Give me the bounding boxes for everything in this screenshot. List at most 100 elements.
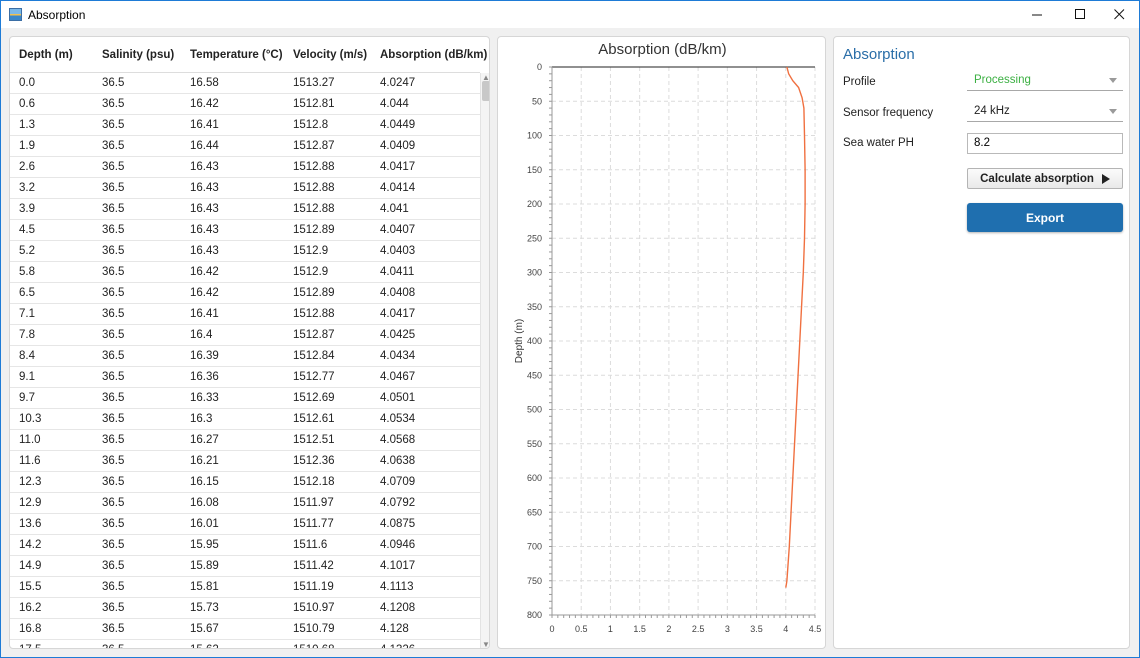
close-button[interactable]: [1097, 1, 1140, 28]
x-tick-label: 3.5: [750, 624, 763, 634]
chart-panel: 0 0.5 1 1.5 2 2.5 3 3.5 4 4.5 0 50 100 150 200 250 300 35…: [497, 36, 826, 649]
calculate-absorption-button[interactable]: Calculate absorption: [967, 168, 1123, 189]
cell-temperature: 16.44: [190, 140, 219, 152]
cell-temperature: 16.43: [190, 203, 219, 215]
cell-depth: 5.8: [19, 266, 35, 278]
table-row[interactable]: 7.1 36.5 16.41 1512.88 4.0417: [10, 304, 480, 325]
header-salinity[interactable]: Salinity (psu): [102, 49, 174, 61]
cell-salinity: 36.5: [102, 77, 125, 89]
ph-input[interactable]: [968, 134, 1114, 152]
table-row[interactable]: 6.5 36.5 16.42 1512.89 4.0408: [10, 283, 480, 304]
cell-depth: 16.2: [19, 602, 42, 614]
cell-depth: 0.6: [19, 98, 35, 110]
cell-salinity: 36.5: [102, 623, 125, 635]
table-row[interactable]: 17.5 36.5 15.62 1510.68 4.1326: [10, 640, 480, 648]
minimize-button[interactable]: [1015, 1, 1059, 28]
cell-salinity: 36.5: [102, 560, 125, 572]
cell-velocity: 1512.9: [293, 245, 329, 257]
cell-depth: 3.9: [19, 203, 35, 215]
header-absorption[interactable]: Absorption (dB/km): [380, 49, 487, 61]
cell-velocity: 1512.8: [293, 119, 329, 131]
cell-temperature: 16.42: [190, 287, 219, 299]
x-tick-label: 2: [666, 624, 671, 634]
table-row[interactable]: 12.9 36.5 16.08 1511.97 4.0792: [10, 493, 480, 514]
cell-salinity: 36.5: [102, 245, 125, 257]
cell-temperature: 16.42: [190, 98, 219, 110]
table-row[interactable]: 16.2 36.5 15.73 1510.97 4.1208: [10, 598, 480, 619]
table-row[interactable]: 16.8 36.5 15.67 1510.79 4.128: [10, 619, 480, 640]
cell-depth: 5.2: [19, 245, 35, 257]
frequency-select[interactable]: 24 kHz: [967, 102, 1123, 122]
table-scrollbar[interactable]: ▲ ▼: [480, 73, 489, 648]
minimize-icon: [1031, 14, 1042, 16]
absorption-chart: 0 0.5 1 1.5 2 2.5 3 3.5 4 4.5 0 50 100 150 200 250 300 35…: [514, 62, 821, 634]
cell-velocity: 1512.9: [293, 266, 329, 278]
cell-temperature: 15.67: [190, 623, 219, 635]
header-velocity[interactable]: Velocity (m/s): [293, 49, 367, 61]
cell-depth: 7.1: [19, 308, 35, 320]
cell-temperature: 16.15: [190, 476, 219, 488]
x-tick-label: 3: [725, 624, 730, 634]
table-row[interactable]: 11.0 36.5 16.27 1512.51 4.0568: [10, 430, 480, 451]
table-header: Depth (m) Salinity (psu) Temperature (°C…: [10, 37, 487, 73]
cell-depth: 7.8: [19, 329, 35, 341]
cell-temperature: 16.08: [190, 497, 219, 509]
cell-depth: 15.5: [19, 581, 42, 593]
table-row[interactable]: 9.1 36.5 16.36 1512.77 4.0467: [10, 367, 480, 388]
table-row[interactable]: 10.3 36.5 16.3 1512.61 4.0534: [10, 409, 480, 430]
x-tick-label: 0.5: [575, 624, 588, 634]
cell-absorption: 4.0425: [380, 329, 416, 341]
table-row[interactable]: 14.9 36.5 15.89 1511.42 4.1017: [10, 556, 480, 577]
table-row[interactable]: 13.6 36.5 16.01 1511.77 4.0875: [10, 514, 480, 535]
header-temperature[interactable]: Temperature (°C): [190, 49, 283, 61]
table-row[interactable]: 5.8 36.5 16.42 1512.9 4.0411: [10, 262, 480, 283]
y-tick-label: 550: [527, 439, 542, 449]
table-row[interactable]: 5.2 36.5 16.43 1512.9 4.0403: [10, 241, 480, 262]
table-row[interactable]: 8.4 36.5 16.39 1512.84 4.0434: [10, 346, 480, 367]
table-row[interactable]: 3.9 36.5 16.43 1512.88 4.041: [10, 199, 480, 220]
table-row[interactable]: 1.3 36.5 16.41 1512.8 4.0449: [10, 115, 480, 136]
table-row[interactable]: 0.6 36.5 16.42 1512.81 4.044: [10, 94, 480, 115]
play-icon: [1101, 173, 1110, 184]
cell-velocity: 1512.89: [293, 224, 335, 236]
y-tick-label: 750: [527, 576, 542, 586]
chevron-down-icon: [1109, 109, 1117, 114]
cell-absorption: 4.0792: [380, 497, 416, 509]
cell-velocity: 1512.81: [293, 98, 335, 110]
table-row[interactable]: 0.0 36.5 16.58 1513.27 4.0247: [10, 73, 480, 94]
y-tick-label: 350: [527, 302, 542, 312]
cell-absorption: 4.0407: [380, 224, 416, 236]
cell-velocity: 1512.51: [293, 434, 335, 446]
ph-field[interactable]: [967, 133, 1123, 154]
scroll-thumb[interactable]: [482, 81, 489, 101]
scroll-down-icon[interactable]: ▼: [482, 640, 489, 648]
cell-salinity: 36.5: [102, 287, 125, 299]
table-row[interactable]: 14.2 36.5 15.95 1511.6 4.0946: [10, 535, 480, 556]
cell-depth: 9.7: [19, 392, 35, 404]
table-row[interactable]: 7.8 36.5 16.4 1512.87 4.0425: [10, 325, 480, 346]
table-row[interactable]: 12.3 36.5 16.15 1512.18 4.0709: [10, 472, 480, 493]
maximize-button[interactable]: [1058, 1, 1102, 28]
table-row[interactable]: 11.6 36.5 16.21 1512.36 4.0638: [10, 451, 480, 472]
cell-velocity: 1510.97: [293, 602, 335, 614]
table-row[interactable]: 9.7 36.5 16.33 1512.69 4.0501: [10, 388, 480, 409]
cell-temperature: 15.81: [190, 581, 219, 593]
table-row[interactable]: 15.5 36.5 15.81 1511.19 4.1113: [10, 577, 480, 598]
export-label: Export: [1025, 210, 1064, 225]
cell-velocity: 1512.36: [293, 455, 335, 467]
export-button[interactable]: Export: [967, 203, 1123, 232]
cell-absorption: 4.1017: [380, 560, 416, 572]
table-row[interactable]: 4.5 36.5 16.43 1512.89 4.0407: [10, 220, 480, 241]
ph-label: Sea water PH: [843, 137, 914, 149]
table-row[interactable]: 1.9 36.5 16.44 1512.87 4.0409: [10, 136, 480, 157]
cell-velocity: 1512.61: [293, 413, 335, 425]
profile-value: Processing: [974, 74, 1031, 86]
cell-temperature: 16.43: [190, 224, 219, 236]
y-tick-label: 450: [527, 370, 542, 380]
header-depth[interactable]: Depth (m): [19, 49, 73, 61]
cell-depth: 12.9: [19, 497, 42, 509]
y-tick-label: 200: [527, 199, 542, 209]
table-row[interactable]: 3.2 36.5 16.43 1512.88 4.0414: [10, 178, 480, 199]
profile-select[interactable]: Processing: [967, 71, 1123, 91]
table-row[interactable]: 2.6 36.5 16.43 1512.88 4.0417: [10, 157, 480, 178]
